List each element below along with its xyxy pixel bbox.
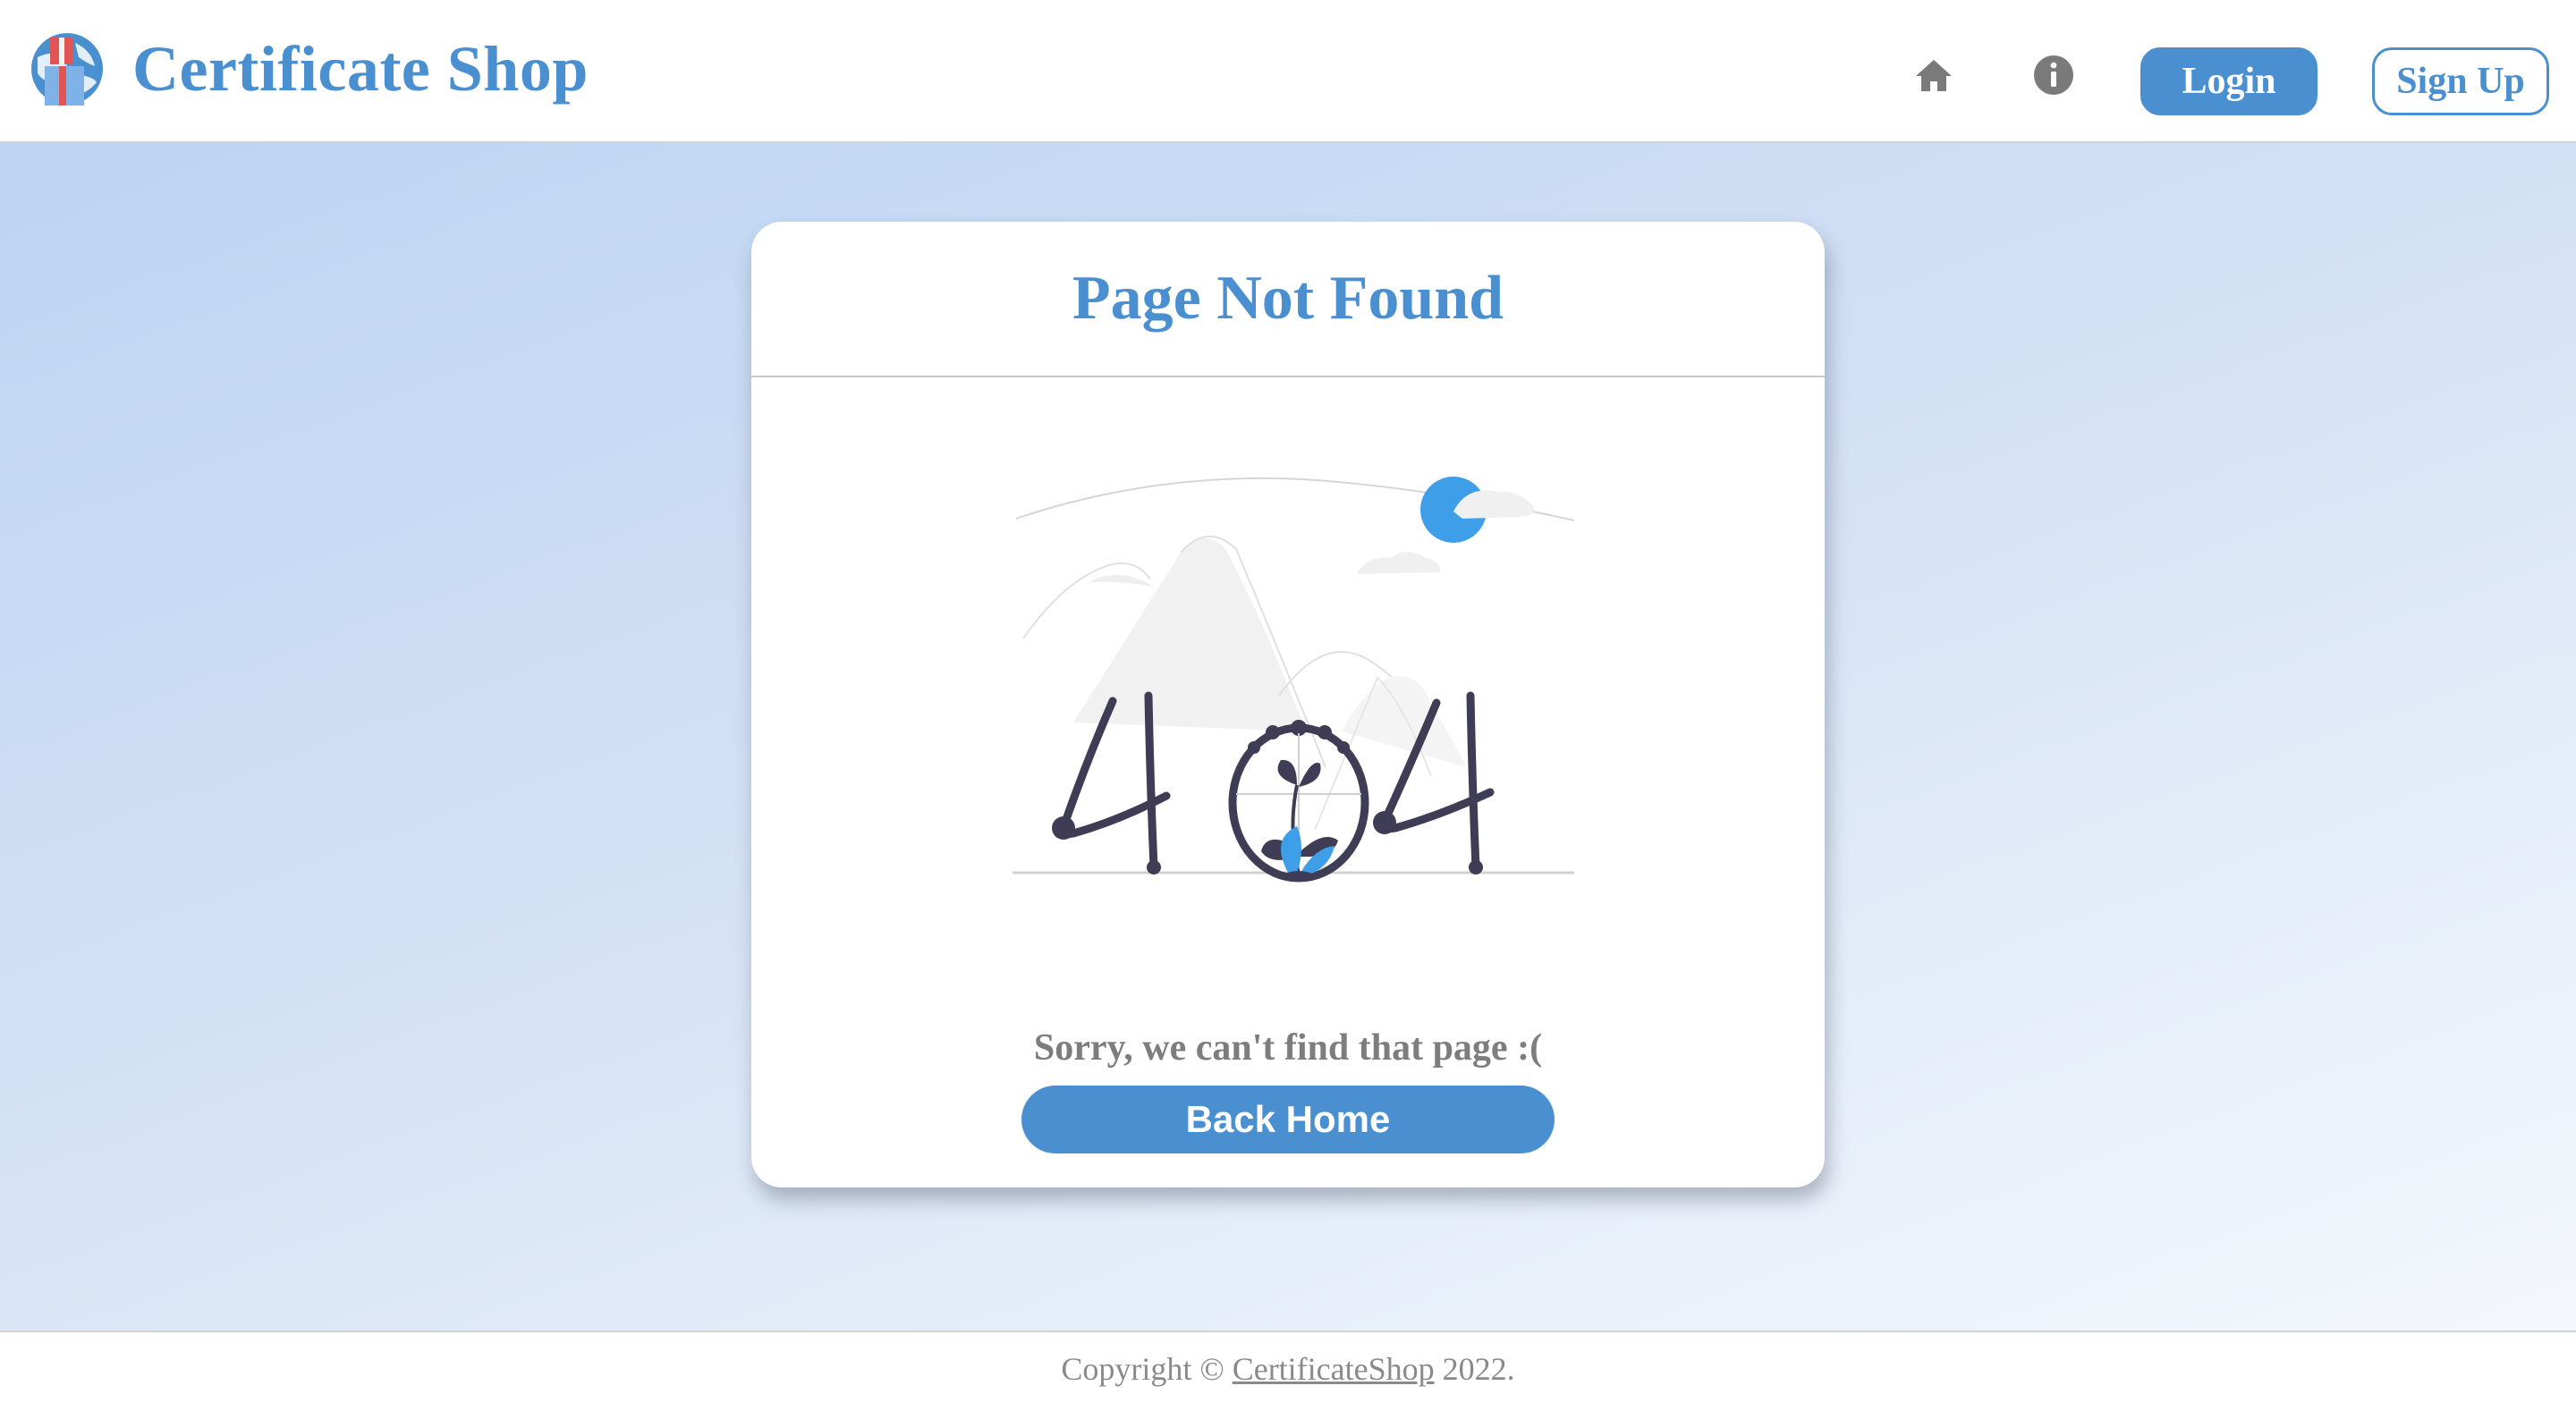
- card-header: Page Not Found: [751, 222, 1825, 377]
- certificateshop-link[interactable]: CertificateShop: [1233, 1351, 1435, 1387]
- login-button[interactable]: Login: [2140, 47, 2318, 115]
- back-home-button[interactable]: Back Home: [1021, 1086, 1555, 1153]
- 404-illustration: [1013, 477, 1574, 883]
- signup-button[interactable]: Sign Up: [2372, 47, 2549, 115]
- error-message: Sorry, we can't find that page :(: [1033, 1027, 1543, 1069]
- copyright-prefix: Copyright ©: [1061, 1351, 1224, 1387]
- brand-link[interactable]: Certificate Shop: [29, 30, 589, 107]
- info-icon[interactable]: [2032, 54, 2075, 97]
- page-title: Page Not Found: [1072, 264, 1504, 333]
- globe-gift-icon: [31, 33, 103, 106]
- footer: Copyright © CertificateShop 2022.: [0, 1331, 2576, 1411]
- main-content: Page Not Found Sorry, we can't find that…: [0, 143, 2576, 1331]
- navbar: Certificate Shop Login Sign Up: [0, 0, 2576, 143]
- not-found-card: Page Not Found Sorry, we can't find that…: [751, 222, 1825, 1187]
- home-icon[interactable]: [1912, 54, 1955, 97]
- brand-name: Certificate Shop: [132, 33, 589, 105]
- copyright-year: 2022.: [1442, 1351, 1515, 1387]
